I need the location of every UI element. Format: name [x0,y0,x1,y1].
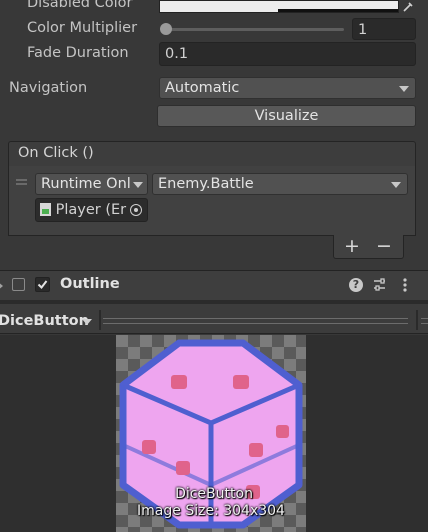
color-multiplier-slider-thumb[interactable] [160,23,172,35]
color-multiplier-slider-track[interactable] [164,28,344,31]
function-dropdown[interactable]: Enemy.Battle [152,173,408,195]
add-listener-button[interactable]: + [344,235,360,257]
checkbox-icon[interactable] [35,277,50,292]
help-icon[interactable]: ? [349,278,363,292]
outline-title: Outline [60,276,120,292]
settings-icon[interactable] [372,277,387,296]
remove-listener-button[interactable]: − [376,235,392,257]
outline-header: Outline ? [0,271,428,300]
color-multiplier-value-field[interactable]: 1 [352,18,416,40]
fade-duration-label: Fade Duration [27,45,129,61]
caret-icon[interactable] [82,319,92,325]
disabled-color-swatch[interactable] [159,0,399,13]
target-icon[interactable] [130,204,142,216]
runtime-dropdown[interactable]: Runtime Onl [35,173,148,195]
preview-toolbar: DiceButton [0,304,428,334]
caret-icon [391,182,401,188]
preview-caption-size: Image Size: 304x304 [137,503,285,519]
object-field[interactable]: Player (Er [35,198,148,222]
preview-asset-dropdown[interactable]: DiceButton [0,313,89,329]
navigation-label: Navigation [9,80,88,96]
color-multiplier-label: Color Multiplier [27,20,138,36]
onclick-header: On Click () [8,141,416,167]
component-icon [12,278,25,291]
caret-icon [399,86,409,92]
fade-duration-field[interactable]: 0.1 [159,42,416,66]
onclick-title: On Click () [18,145,94,161]
onclick-body: Runtime Onl Enemy.Battle Player (Er [8,166,416,236]
visualize-button[interactable]: Visualize [157,105,416,127]
eyedropper-icon[interactable] [399,0,417,13]
caret-icon [133,182,143,188]
preview-caption-name: DiceButton [175,486,253,502]
script-icon [40,203,51,216]
navigation-value: Automatic [165,80,240,96]
runtime-value: Runtime Onl [41,176,131,192]
onclick-footer: + − [333,235,404,259]
disabled-color-label: Disabled Color [27,0,133,11]
foldout-icon[interactable] [0,281,3,291]
function-value: Enemy.Battle [158,176,254,192]
more-icon[interactable] [403,278,407,296]
navigation-dropdown[interactable]: Automatic [159,77,416,99]
object-value: Player (Er [55,202,127,218]
